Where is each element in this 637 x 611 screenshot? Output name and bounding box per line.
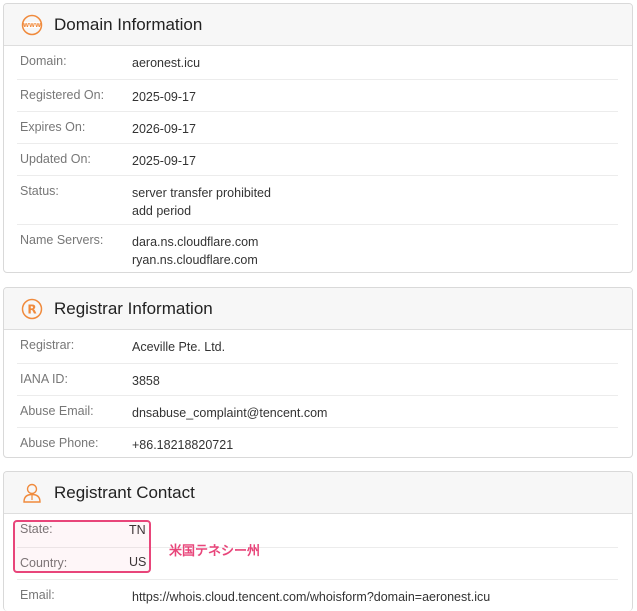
card-title: Registrant Contact bbox=[54, 482, 195, 502]
registered-value: 2025-09-17 bbox=[132, 90, 196, 104]
card-title: Domain Information bbox=[54, 14, 203, 34]
iana-value: 3858 bbox=[132, 374, 160, 388]
status-row: Status: server transfer prohibited add p… bbox=[17, 175, 618, 224]
expires-row: Expires On: 2026-09-17 bbox=[17, 111, 618, 143]
expires-value: 2026-09-17 bbox=[132, 122, 196, 136]
domain-value: aeronest.icu bbox=[132, 56, 201, 70]
status-value: server transfer prohibited bbox=[132, 186, 271, 200]
card-header: WWW Domain Information bbox=[4, 4, 632, 46]
abuse-email-value: dnsabuse_complaint@tencent.com bbox=[132, 406, 328, 420]
registrar-value: Aceville Pte. Ltd. bbox=[132, 340, 226, 354]
iana-label: IANA ID: bbox=[20, 372, 68, 386]
registrar-row: Registrar: Aceville Pte. Ltd. bbox=[17, 330, 618, 363]
abuse-email-row: Abuse Email: dnsabuse_complaint@tencent.… bbox=[17, 395, 618, 427]
abuse-phone-value: +86.18218820721 bbox=[132, 438, 234, 452]
updated-value: 2025-09-17 bbox=[132, 154, 196, 168]
status-value: add period bbox=[132, 204, 192, 218]
registered-label: Registered On: bbox=[20, 88, 105, 102]
registrar-information-card: R Registrar Information Registrar: Acevi… bbox=[3, 287, 633, 458]
annotation-text: 米国テネシー州 bbox=[169, 543, 261, 558]
card-header: R Registrar Information bbox=[4, 288, 632, 330]
svg-text:R: R bbox=[27, 302, 36, 316]
email-value: https://whois.cloud.tencent.com/whoisfor… bbox=[132, 590, 491, 604]
state-country-highlight-box bbox=[13, 520, 151, 573]
svg-text:WWW: WWW bbox=[23, 23, 41, 29]
updated-label: Updated On: bbox=[20, 152, 91, 166]
abuse-phone-label: Abuse Phone: bbox=[20, 436, 99, 450]
person-icon bbox=[21, 482, 43, 504]
abuse-email-label: Abuse Email: bbox=[20, 404, 94, 418]
card-title: Registrar Information bbox=[54, 298, 213, 318]
updated-row: Updated On: 2025-09-17 bbox=[17, 143, 618, 175]
status-values: server transfer prohibited add period bbox=[132, 184, 271, 220]
www-globe-icon: WWW bbox=[21, 14, 43, 36]
iana-row: IANA ID: 3858 bbox=[17, 363, 618, 395]
name-server-value: dara.ns.cloudflare.com bbox=[132, 235, 259, 249]
expires-label: Expires On: bbox=[20, 120, 86, 134]
name-server-value: ryan.ns.cloudflare.com bbox=[132, 253, 258, 267]
name-servers-label: Name Servers: bbox=[20, 233, 104, 247]
name-servers-values: dara.ns.cloudflare.com ryan.ns.cloudflar… bbox=[132, 233, 258, 269]
status-label: Status: bbox=[20, 184, 59, 198]
email-row: Email: https://whois.cloud.tencent.com/w… bbox=[17, 579, 618, 611]
domain-information-card: WWW Domain Information Domain: aeronest.… bbox=[3, 3, 633, 273]
registered-row: Registered On: 2025-09-17 bbox=[17, 79, 618, 111]
abuse-phone-row: Abuse Phone: +86.18218820721 bbox=[17, 427, 618, 457]
domain-row: Domain: aeronest.icu bbox=[17, 46, 618, 79]
registrar-label: Registrar: bbox=[20, 338, 75, 352]
card-header: Registrant Contact bbox=[4, 472, 632, 514]
name-servers-row: Name Servers: dara.ns.cloudflare.com rya… bbox=[17, 224, 618, 272]
domain-label: Domain: bbox=[20, 54, 67, 68]
email-label: Email: bbox=[20, 588, 55, 602]
registered-icon: R bbox=[21, 298, 43, 320]
